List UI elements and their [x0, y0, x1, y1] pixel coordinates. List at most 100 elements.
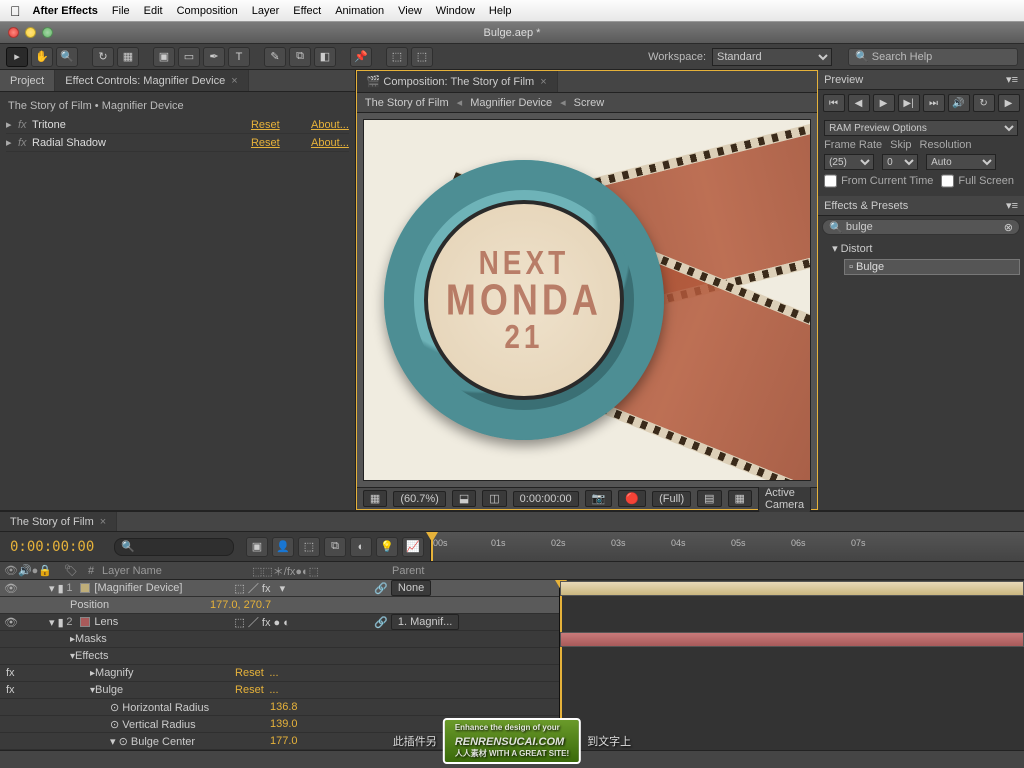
about-link[interactable]: About... — [311, 119, 349, 131]
graph-icon[interactable]: 📈 — [402, 537, 424, 557]
time-display[interactable]: 0:00:00:00 — [513, 491, 579, 507]
rotate-tool[interactable]: ↻ — [92, 47, 114, 67]
mask-icon[interactable]: ▦ — [728, 490, 752, 507]
menu-animation[interactable]: Animation — [335, 5, 384, 17]
skip-select[interactable]: 0 — [882, 154, 918, 170]
reset-link[interactable]: Reset — [251, 137, 311, 149]
menu-file[interactable]: File — [112, 5, 130, 17]
prev-frame-button[interactable]: ◀ — [848, 94, 870, 112]
track-area[interactable] — [560, 580, 1024, 750]
search-help-input[interactable]: 🔍 Search Help — [848, 48, 1018, 66]
tab-project[interactable]: Project — [0, 70, 55, 91]
minimize-icon[interactable] — [25, 27, 36, 38]
tab-effect-controls[interactable]: Effect Controls: Magnifier Device× — [55, 70, 248, 91]
brainstorm-icon[interactable]: 💡 — [376, 537, 398, 557]
close-icon[interactable] — [8, 27, 19, 38]
crumb[interactable]: The Story of Film — [365, 97, 449, 109]
clear-icon[interactable]: ⊗ — [1004, 221, 1013, 234]
property-position[interactable]: Position 177.0, 270.7 — [0, 597, 559, 614]
time-ruler[interactable]: 00s 01s 02s 03s 04s 05s 06s 07s — [431, 532, 1024, 561]
reset-link[interactable]: Reset — [251, 119, 311, 131]
tab-timeline[interactable]: The Story of Film× — [0, 512, 117, 531]
comp-mini-icon[interactable]: ▣ — [246, 537, 268, 557]
frame-blend-icon[interactable]: ⧉ — [324, 537, 346, 557]
anchor-tool[interactable]: ▣ — [153, 47, 175, 67]
effect-item-bulge[interactable]: ▫ Bulge — [844, 259, 1020, 275]
effect-category[interactable]: ▾ Distort — [822, 240, 1020, 257]
snap-icon[interactable]: ⬚ — [386, 47, 408, 67]
position-value[interactable]: 177.0, 270.7 — [210, 599, 271, 611]
effect-row-tritone[interactable]: ▸ fx Tritone Reset About... — [6, 116, 349, 134]
motion-blur-icon[interactable]: ◐ — [350, 537, 372, 557]
group-masks[interactable]: ▸ Masks — [0, 631, 559, 648]
framerate-select[interactable]: (25) — [824, 154, 874, 170]
panel-menu-icon[interactable]: ▾≡ — [1006, 73, 1018, 86]
menu-window[interactable]: Window — [436, 5, 475, 17]
resolution-select[interactable]: Auto — [926, 154, 996, 170]
snap-icon-2[interactable]: ⬚ — [411, 47, 433, 67]
from-current-checkbox[interactable]: From Current Time — [824, 173, 933, 189]
puppet-tool[interactable]: 📌 — [350, 47, 372, 67]
twirl-icon[interactable]: ▸ — [6, 136, 18, 149]
layer-search-input[interactable]: 🔍 — [114, 538, 234, 556]
text-tool[interactable]: T — [228, 47, 250, 67]
layer-bar-2[interactable] — [560, 632, 1024, 647]
twirl-icon[interactable]: ▸ — [6, 118, 18, 131]
menu-layer[interactable]: Layer — [252, 5, 280, 17]
eraser-tool[interactable]: ◧ — [314, 47, 336, 67]
close-icon[interactable]: × — [540, 76, 546, 88]
camera-tool[interactable]: ▦ — [117, 47, 139, 67]
layer-row-2[interactable]: 👁▾ ▮ 2 Lens ⬚ ／ fx ● ◐ 🔗 1. Magnif... — [0, 614, 559, 631]
selection-tool[interactable]: ▸ — [6, 47, 28, 67]
effect-magnify[interactable]: fx▸ MagnifyReset ... — [0, 665, 559, 682]
timecode[interactable]: 0:00:00:00 — [0, 539, 108, 555]
tab-composition[interactable]: 🎬 Composition: The Story of Film× — [357, 71, 558, 92]
clone-tool[interactable]: ⧉ — [289, 47, 311, 67]
shy-icon[interactable]: 👤 — [272, 537, 294, 557]
prop-vradius[interactable]: ⊙ Vertical Radius139.0 — [0, 716, 559, 733]
guides-icon[interactable]: ▤ — [697, 490, 721, 507]
play-button[interactable]: ▶ — [873, 94, 895, 112]
panel-menu-icon[interactable]: ▾≡ — [1006, 199, 1018, 212]
snapshot-icon[interactable]: 📷 — [585, 490, 613, 507]
parent-dropdown[interactable]: None — [391, 580, 431, 596]
effect-bulge[interactable]: fx▾ BulgeReset ... — [0, 682, 559, 699]
close-icon[interactable]: × — [100, 516, 106, 528]
last-frame-button[interactable]: ⏭ — [923, 94, 945, 112]
workspace-select[interactable]: Standard — [712, 48, 832, 66]
zoom-icon[interactable] — [42, 27, 53, 38]
menu-help[interactable]: Help — [489, 5, 512, 17]
crumb[interactable]: Screw — [574, 97, 605, 109]
prop-bulge-center[interactable]: ▾ ⊙ Bulge Center177.0 — [0, 733, 559, 750]
viewer[interactable]: NEXT MONDA 21 — [357, 113, 817, 487]
pen-tool[interactable]: ✒ — [203, 47, 225, 67]
audio-button[interactable]: 🔊 — [948, 94, 970, 112]
layer-bar-1[interactable] — [560, 581, 1024, 596]
app-name[interactable]: After Effects — [33, 5, 98, 17]
hand-tool[interactable]: ✋ — [31, 47, 53, 67]
full-screen-checkbox[interactable]: Full Screen — [941, 173, 1014, 189]
zoom-tool[interactable]: 🔍 — [56, 47, 78, 67]
draft3d-icon[interactable]: ⬚ — [298, 537, 320, 557]
menu-view[interactable]: View — [398, 5, 422, 17]
layer-row-1[interactable]: 👁▾ ▮ 1 [Magnifier Device] ⬚ ／ fx ▾ 🔗 Non… — [0, 580, 559, 597]
toggle-switches-button[interactable]: Toggle Switches / Modes — [0, 750, 1024, 768]
ram-preview-button[interactable]: ▶ — [998, 94, 1020, 112]
res-dropdown[interactable]: (Full) — [652, 491, 691, 507]
loop-button[interactable]: ↻ — [973, 94, 995, 112]
crumb[interactable]: Magnifier Device — [470, 97, 552, 109]
menu-edit[interactable]: Edit — [144, 5, 163, 17]
about-link[interactable]: About... — [311, 137, 349, 149]
menu-effect[interactable]: Effect — [293, 5, 321, 17]
brush-tool[interactable]: ✎ — [264, 47, 286, 67]
apple-logo-icon[interactable]:  — [10, 3, 21, 19]
zoom-dropdown[interactable]: (60.7%) — [393, 491, 446, 507]
ram-options-select[interactable]: RAM Preview Options — [824, 120, 1018, 136]
parent-dropdown[interactable]: 1. Magnif... — [391, 614, 459, 630]
effects-search-input[interactable]: 🔍 bulge ⊗ — [822, 219, 1020, 235]
prop-hradius[interactable]: ⊙ Horizontal Radius136.8 — [0, 699, 559, 716]
res-icon[interactable]: ⬓ — [452, 490, 476, 507]
next-frame-button[interactable]: ▶| — [898, 94, 920, 112]
group-effects[interactable]: ▾ Effects — [0, 648, 559, 665]
rect-tool[interactable]: ▭ — [178, 47, 200, 67]
